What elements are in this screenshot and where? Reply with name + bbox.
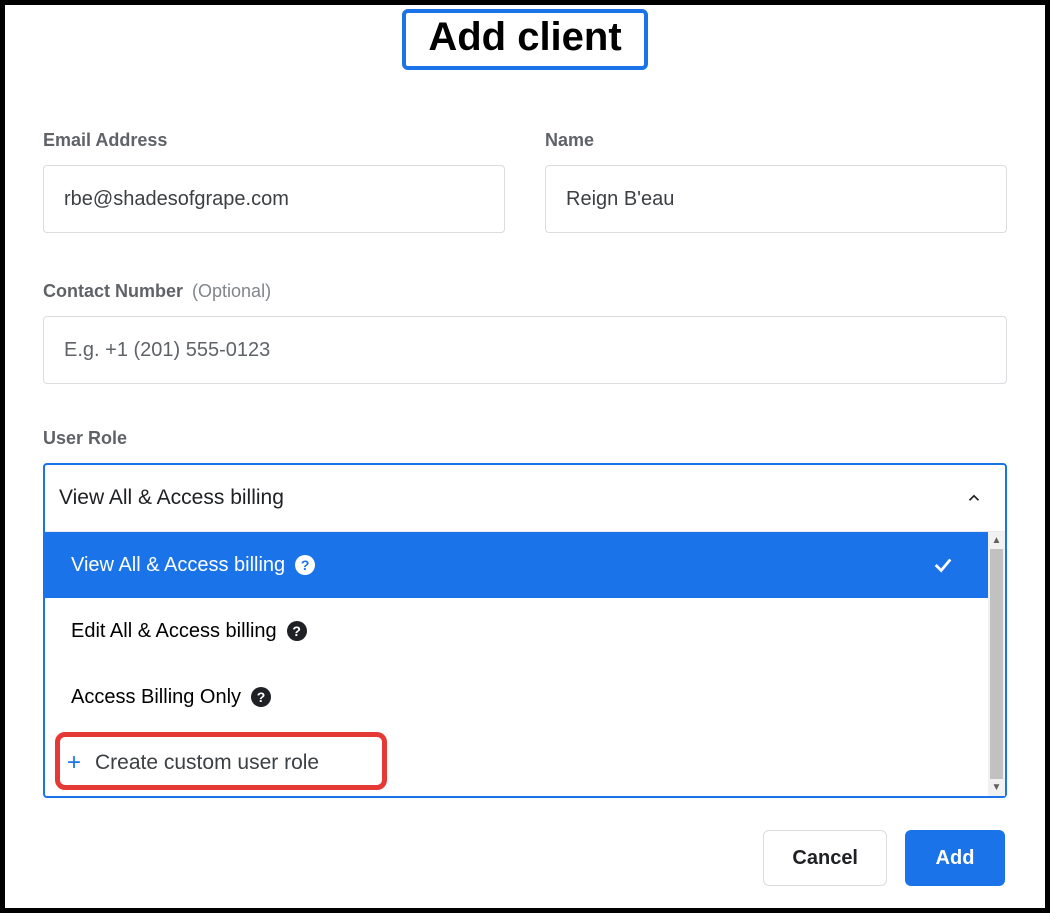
field-contact: Contact Number (Optional)	[43, 281, 1007, 384]
help-icon[interactable]: ?	[287, 621, 307, 641]
row-email-name: Email Address Name	[43, 130, 1007, 233]
check-icon	[932, 554, 954, 576]
email-input[interactable]	[43, 165, 505, 233]
role-create-label: Create custom user role	[95, 751, 319, 775]
role-options-inner: View All & Access billing ? Edit All & A…	[45, 532, 988, 796]
form: Email Address Name Contact Number (Optio…	[35, 130, 1015, 798]
scroll-down-icon[interactable]: ▼	[988, 779, 1005, 796]
contact-input[interactable]	[43, 316, 1007, 384]
field-email: Email Address	[43, 130, 505, 233]
help-icon[interactable]: ?	[295, 555, 315, 575]
scrollbar[interactable]: ▲ ▼	[988, 532, 1005, 796]
scroll-up-icon[interactable]: ▲	[988, 532, 1005, 549]
add-button[interactable]: Add	[905, 830, 1005, 886]
field-name: Name	[545, 130, 1007, 233]
name-input[interactable]	[545, 165, 1007, 233]
plus-icon: +	[67, 751, 81, 775]
role-option-view-all[interactable]: View All & Access billing ?	[45, 532, 988, 598]
role-option-0-label: View All & Access billing	[71, 554, 285, 577]
role-option-1-label: Edit All & Access billing	[71, 620, 277, 643]
role-options: View All & Access billing ? Edit All & A…	[45, 531, 1005, 796]
role-option-billing-only[interactable]: Access Billing Only ?	[45, 664, 988, 730]
scroll-thumb[interactable]	[990, 549, 1003, 779]
role-option-2-label: Access Billing Only	[71, 686, 241, 709]
dialog-frame: Add client Email Address Name Contact Nu…	[0, 0, 1050, 913]
name-label: Name	[545, 130, 1007, 151]
contact-optional: (Optional)	[192, 281, 271, 301]
email-label: Email Address	[43, 130, 505, 151]
role-label: User Role	[43, 428, 1007, 449]
contact-label-text: Contact Number	[43, 281, 183, 301]
role-select: View All & Access billing View All & Acc…	[43, 463, 1007, 798]
contact-label: Contact Number (Optional)	[43, 281, 1007, 302]
chevron-up-icon	[965, 489, 983, 507]
role-create-custom[interactable]: + Create custom user role	[45, 730, 341, 796]
dialog-title: Add client	[402, 9, 647, 70]
role-selected-text: View All & Access billing	[59, 486, 284, 510]
title-wrap: Add client	[35, 9, 1015, 70]
help-icon[interactable]: ?	[251, 687, 271, 707]
dialog-footer: Cancel Add	[763, 830, 1005, 886]
role-select-head[interactable]: View All & Access billing	[45, 465, 1005, 531]
field-role: User Role View All & Access billing View…	[43, 428, 1007, 798]
cancel-button[interactable]: Cancel	[763, 830, 887, 886]
role-option-edit-all[interactable]: Edit All & Access billing ?	[45, 598, 988, 664]
